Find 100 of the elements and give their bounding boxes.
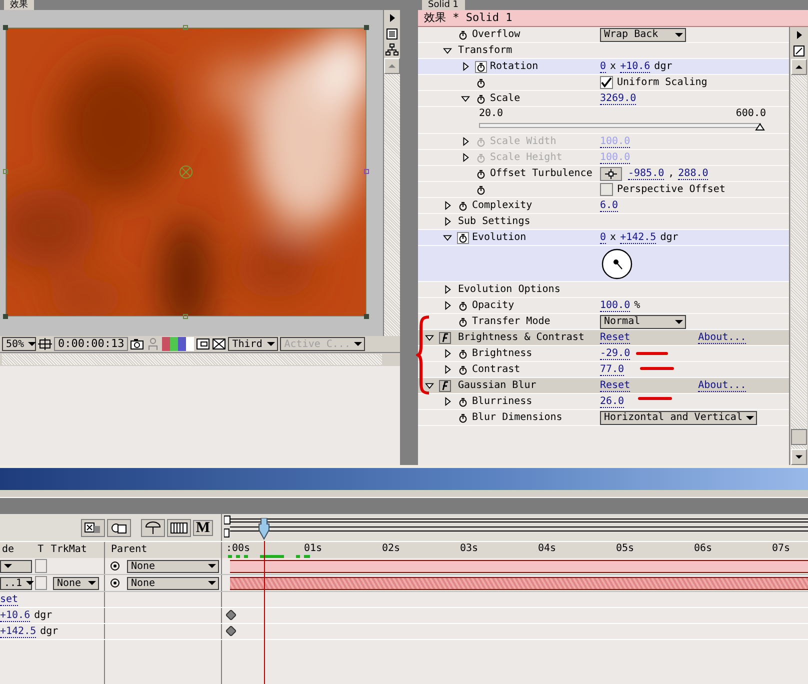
reset-link[interactable]: Reset <box>600 332 630 344</box>
checkbox[interactable] <box>600 183 613 196</box>
disclosure-triangle-icon[interactable] <box>425 381 434 390</box>
property-label: Scale Height <box>489 152 562 163</box>
keyframe-icon[interactable] <box>226 626 236 636</box>
channels-icon[interactable] <box>162 337 194 351</box>
transparency-grid-icon[interactable] <box>212 337 226 351</box>
playhead-icon[interactable] <box>258 518 270 540</box>
zoom-dropdown[interactable]: 50% <box>2 337 36 351</box>
angle-dial[interactable] <box>601 248 633 280</box>
column-header[interactable]: T <box>36 542 49 558</box>
stopwatch-icon[interactable] <box>457 364 469 376</box>
camera-icon[interactable] <box>130 337 144 351</box>
about-link[interactable]: About... <box>698 332 746 344</box>
slider-thumb[interactable] <box>755 123 765 131</box>
parent-dropdown[interactable]: None <box>127 560 219 572</box>
list-icon[interactable] <box>384 26 400 42</box>
pick-whip-icon[interactable] <box>109 560 121 572</box>
y-value-link[interactable]: 288.0 <box>678 168 708 180</box>
value-link[interactable]: set <box>0 594 18 606</box>
panel-icon[interactable] <box>791 43 807 59</box>
effect-icon[interactable] <box>439 332 451 344</box>
window-icon[interactable] <box>196 337 210 351</box>
times-sign: x <box>610 61 616 72</box>
panel-tab[interactable]: 效果 <box>4 0 34 10</box>
disclosure-triangle-icon[interactable] <box>461 62 470 71</box>
graph-icon[interactable] <box>141 518 165 536</box>
scroll-thumb[interactable] <box>791 429 807 445</box>
checkbox[interactable] <box>600 76 613 89</box>
stopwatch-icon[interactable] <box>475 76 487 88</box>
stopwatch-icon[interactable] <box>457 232 469 244</box>
property-label: Evolution Options <box>457 284 560 295</box>
value-link[interactable]: +142.5 <box>0 626 36 638</box>
panel-tab[interactable]: Solid 1 <box>422 0 465 10</box>
mode-dropdown[interactable] <box>0 560 32 572</box>
disclosure-triangle-icon[interactable] <box>461 94 470 103</box>
layers-icon[interactable] <box>107 518 131 536</box>
angle-link[interactable]: +142.5 <box>620 232 656 244</box>
value-link[interactable]: 77.0 <box>600 364 624 376</box>
keyframe-icon[interactable] <box>226 610 236 620</box>
stopwatch-icon[interactable] <box>475 60 487 72</box>
disclosure-triangle-icon[interactable] <box>443 349 452 358</box>
stopwatch-icon[interactable] <box>457 316 469 328</box>
x-value-link[interactable]: -985.0 <box>628 168 664 180</box>
disclosure-triangle-icon[interactable] <box>443 201 452 210</box>
disclosure-triangle-icon[interactable] <box>443 397 452 406</box>
scroll-down-icon[interactable] <box>791 449 807 465</box>
value-link[interactable]: 100.0 <box>600 300 630 312</box>
stopwatch-icon[interactable] <box>457 412 469 424</box>
value-dropdown[interactable]: Wrap Back <box>600 28 686 42</box>
region-icon[interactable] <box>38 337 52 351</box>
value-link[interactable]: 6.0 <box>600 200 618 212</box>
reset-link[interactable]: Reset <box>600 380 630 392</box>
stopwatch-icon[interactable] <box>475 168 487 180</box>
stopwatch-icon[interactable] <box>475 92 487 104</box>
value-dropdown[interactable]: Normal <box>600 314 686 328</box>
column-header[interactable]: de <box>0 542 36 558</box>
shy-icon[interactable] <box>81 518 105 536</box>
value-link[interactable]: 26.0 <box>600 396 624 408</box>
disclosure-triangle-icon[interactable] <box>443 233 452 242</box>
disclosure-triangle-icon[interactable] <box>443 46 452 55</box>
layer-bar[interactable] <box>230 577 808 590</box>
stopwatch-icon[interactable] <box>457 396 469 408</box>
column-header[interactable]: Parent <box>105 544 148 555</box>
stopwatch-icon[interactable] <box>457 28 469 40</box>
film-icon[interactable] <box>167 518 191 536</box>
time-ruler[interactable]: :00s 01s 02s 03s 04s 05s 06s 07s <box>222 542 808 558</box>
scroll-up-icon[interactable] <box>791 59 807 75</box>
resolution-dropdown[interactable]: Third <box>228 337 278 351</box>
about-link[interactable]: About... <box>698 380 746 392</box>
annotation-underline <box>636 352 668 355</box>
column-header[interactable]: TrkMat <box>48 542 104 558</box>
effect-icon[interactable] <box>439 380 451 392</box>
pick-whip-icon[interactable] <box>109 577 121 589</box>
crosshair-button[interactable] <box>600 166 622 180</box>
preserve-transparency-checkbox[interactable] <box>35 576 47 590</box>
disclosure-triangle-icon[interactable] <box>443 217 452 226</box>
flowchart-icon[interactable] <box>384 42 400 58</box>
stopwatch-icon[interactable] <box>457 348 469 360</box>
value-link[interactable]: +10.6 <box>0 610 30 622</box>
disclosure-triangle-icon[interactable] <box>443 301 452 310</box>
parent-dropdown[interactable]: None <box>127 576 219 590</box>
disclosure-triangle-icon[interactable] <box>443 285 452 294</box>
disclosure-triangle-icon[interactable] <box>425 333 434 342</box>
stopwatch-icon[interactable] <box>457 300 469 312</box>
revolutions-link[interactable]: 0 <box>600 232 606 244</box>
disclosure-triangle-icon[interactable] <box>443 365 452 374</box>
value-link[interactable]: -29.0 <box>600 348 630 360</box>
stopwatch-icon[interactable] <box>475 184 487 196</box>
layer-bar[interactable] <box>230 560 808 573</box>
preserve-transparency-checkbox[interactable] <box>35 559 47 573</box>
track-matte-dropdown[interactable]: None <box>53 576 99 590</box>
stopwatch-icon[interactable] <box>457 200 469 212</box>
angle-link[interactable]: +10.6 <box>620 60 650 72</box>
motion-blur-button[interactable]: M <box>193 520 213 536</box>
timecode[interactable]: 0:00:00:13 <box>54 337 128 351</box>
revolutions-link[interactable]: 0 <box>600 60 606 72</box>
value-link[interactable]: 3269.0 <box>600 92 636 104</box>
mode-dropdown[interactable]: ..1 <box>0 576 32 590</box>
value-dropdown[interactable]: Horizontal and Vertical <box>600 410 758 424</box>
